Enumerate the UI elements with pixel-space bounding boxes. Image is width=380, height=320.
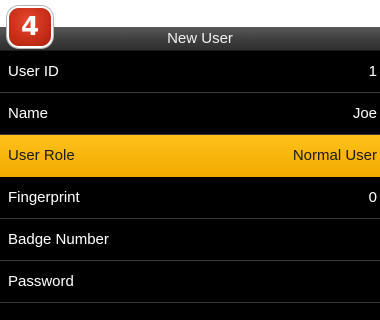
fingerprint-value: 0 — [368, 189, 377, 206]
password-label: Password — [8, 273, 74, 290]
fingerprint-row[interactable]: Fingerprint 0 — [0, 177, 380, 219]
user-id-value: 1 — [368, 63, 377, 80]
user-id-row[interactable]: User ID 1 — [0, 51, 380, 93]
name-value: Joe — [352, 105, 377, 122]
user-id-label: User ID — [8, 63, 59, 80]
user-role-label: User Role — [8, 147, 75, 164]
password-row[interactable]: Password — [0, 261, 380, 303]
name-row[interactable]: Name Joe — [0, 93, 380, 135]
user-role-value: Normal User — [292, 147, 377, 164]
badge-number-row[interactable]: Badge Number — [0, 219, 380, 261]
name-label: Name — [8, 105, 49, 122]
badge-number-label: Badge Number — [8, 231, 109, 248]
device-screen: New User User ID 1 Name Joe User Role No… — [0, 27, 380, 320]
step-number-badge: 4 — [7, 6, 53, 48]
window-title: New User — [167, 30, 233, 47]
fingerprint-label: Fingerprint — [8, 189, 80, 206]
user-role-row[interactable]: User Role Normal User — [0, 135, 380, 177]
title-bar: New User — [0, 27, 380, 51]
